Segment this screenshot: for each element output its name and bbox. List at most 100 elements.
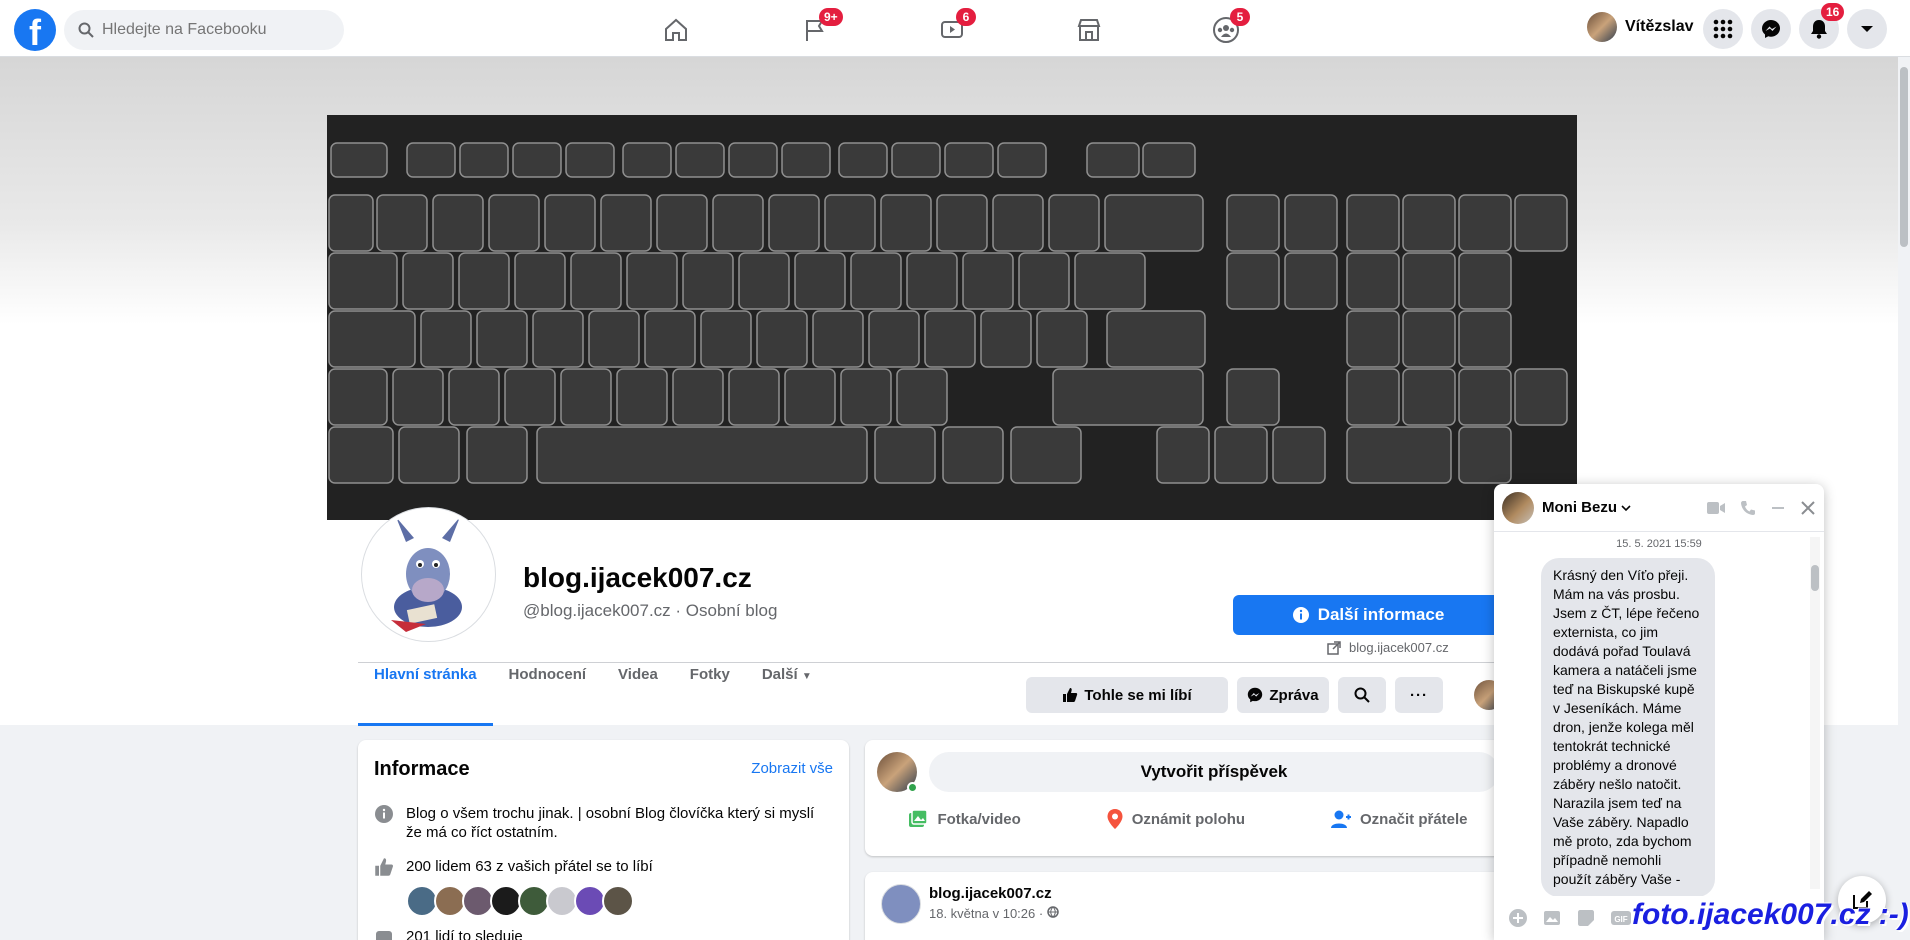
tag-friends-button[interactable]: Označit přátele [1330,808,1468,830]
menu-grid-icon[interactable] [1703,9,1743,49]
close-icon[interactable] [1800,500,1816,516]
thumbs-up-icon [375,858,393,876]
message-label: Zpráva [1269,686,1319,704]
watermark: foto.ijacek007.cz :-) [1632,898,1909,931]
chat-header[interactable]: Moni Bezu [1494,484,1824,532]
likes-row: 200 lidem 63 z vašich přátel se to líbí [374,857,653,877]
create-post-button[interactable]: Vytvořit příspěvek [929,752,1499,792]
avatar[interactable] [881,884,921,924]
see-all-link[interactable]: Zobrazit vše [751,760,833,777]
tab-home[interactable]: Hlavní stránka [358,666,493,726]
followers-row: 201 lidí to sleduje [374,927,523,940]
page-subtitle: @blog.ijacek007.cz · Osobní blog [523,601,778,620]
pages-badge: 9+ [819,8,843,26]
watch-video-icon[interactable]: 6 [932,8,976,50]
post-card: blog.ijacek007.cz 18. května v 10:26 · [865,872,1510,940]
create-post-actions: Fotka/video Oznámit polohu Označit přáte… [865,808,1510,830]
notifications-badge: 16 [1821,3,1845,21]
page-scroll-thumb[interactable] [1900,67,1908,247]
image-icon[interactable] [1542,908,1562,928]
photo-video-button[interactable]: Fotka/video [907,808,1021,830]
tab-more-label: Další [761,666,798,683]
message-bubble[interactable]: Krásný den Víťo přeji. Mám na vás prosbu… [1541,558,1715,897]
watch-badge: 6 [956,8,976,26]
search-icon [78,22,94,38]
pages-flag-icon[interactable]: 9+ [795,8,843,50]
phone-icon[interactable] [1740,500,1756,516]
tab-more[interactable]: Další ▼ [746,666,828,726]
avatar [1587,12,1617,42]
home-icon[interactable] [656,10,696,50]
divider [358,662,1513,663]
groups-badge: 5 [1230,8,1250,26]
chat-window: Moni Bezu 15. 5. 2021 15:59 Krásný den V… [1494,484,1824,940]
description-row: Blog o všem trochu jinak. | osobní Blog … [374,804,824,842]
page-title: blog.ijacek007.cz [523,562,752,593]
page-scrollbar[interactable] [1898,57,1910,940]
top-bar: f 9+ 6 5 Vítězslav 16 [0,0,1910,57]
post-author[interactable]: blog.ijacek007.cz [929,885,1052,902]
more-info-label: Další informace [1317,605,1445,624]
post-time: 18. května v 10:26 · [929,906,1059,921]
message-button[interactable]: Zpráva [1237,677,1329,713]
account-chevron-down-icon[interactable] [1847,9,1887,49]
check-in-button[interactable]: Oznámit polohu [1106,808,1245,830]
avatar [1502,491,1534,524]
video-call-icon[interactable] [1706,501,1726,515]
globe-icon [1047,906,1059,918]
search-page-button[interactable] [1338,677,1386,713]
info-card: Informace Zobrazit vše Blog o všem troch… [358,740,849,940]
messenger-icon[interactable] [1751,9,1791,49]
followers-text: 201 lidí to sleduje [406,928,523,940]
notifications-bell-icon[interactable]: 16 [1799,3,1845,49]
tab-photos[interactable]: Fotky [674,666,746,726]
minimize-icon[interactable] [1770,500,1786,516]
tag-friends-icon [1330,810,1351,828]
search-box[interactable] [64,10,344,50]
chat-scroll-thumb[interactable] [1811,565,1819,591]
caret-down-icon: ▼ [801,671,812,682]
photo-video-label: Fotka/video [937,810,1021,828]
location-pin-icon [1107,809,1123,829]
check-in-label: Oznámit polohu [1131,810,1246,828]
chat-contact-name: Moni Bezu [1542,499,1617,516]
info-title: Informace [374,758,470,780]
info-circle-icon [375,805,393,823]
more-info-button[interactable]: Další informace [1233,595,1503,635]
friend-avatars [406,885,634,917]
tag-friends-label: Označit přátele [1359,810,1468,828]
chat-scrollbar[interactable] [1810,537,1820,889]
message-timestamp: 15. 5. 2021 15:59 [1616,538,1702,550]
website-link[interactable]: blog.ijacek007.cz [1327,640,1449,655]
create-post-card: Vytvořit příspěvek Fotka/video Oznámit p… [865,740,1510,856]
marketplace-icon[interactable] [1069,10,1109,50]
like-page-button[interactable]: Tohle se mi líbí [1026,677,1228,713]
user-name: Vítězslav [1625,18,1694,35]
profile-picture[interactable] [362,508,495,641]
svg-text:GIF: GIF [1614,915,1627,924]
photo-icon [909,809,929,827]
thumbs-up-icon [1063,688,1078,702]
ellipsis-icon: ··· [1410,686,1428,704]
plus-circle-icon[interactable] [1508,908,1528,928]
groups-icon[interactable]: 5 [1206,8,1250,50]
more-options-button[interactable]: ··· [1395,677,1443,713]
search-icon [1354,687,1370,703]
search-input[interactable] [102,21,312,39]
keyboard-photo [327,115,1577,577]
gif-icon[interactable]: GIF [1610,909,1632,927]
sticker-icon[interactable] [1576,908,1596,928]
like-label: Tohle se mi líbí [1084,686,1192,704]
follow-icon [376,931,392,940]
donkey-avatar-icon [366,512,490,636]
tab-videos[interactable]: Videa [602,666,674,726]
tab-reviews[interactable]: Hodnocení [493,666,603,726]
avatar[interactable] [602,885,634,917]
description-text: Blog o všem trochu jinak. | osobní Blog … [406,805,815,841]
website-label: blog.ijacek007.cz [1349,640,1449,655]
facebook-logo-icon[interactable]: f [14,9,56,51]
profile-shortcut[interactable]: Vítězslav [1587,12,1693,42]
external-link-icon [1327,640,1341,655]
cover-photo[interactable] [327,115,1577,577]
chevron-down-icon [1621,504,1631,511]
